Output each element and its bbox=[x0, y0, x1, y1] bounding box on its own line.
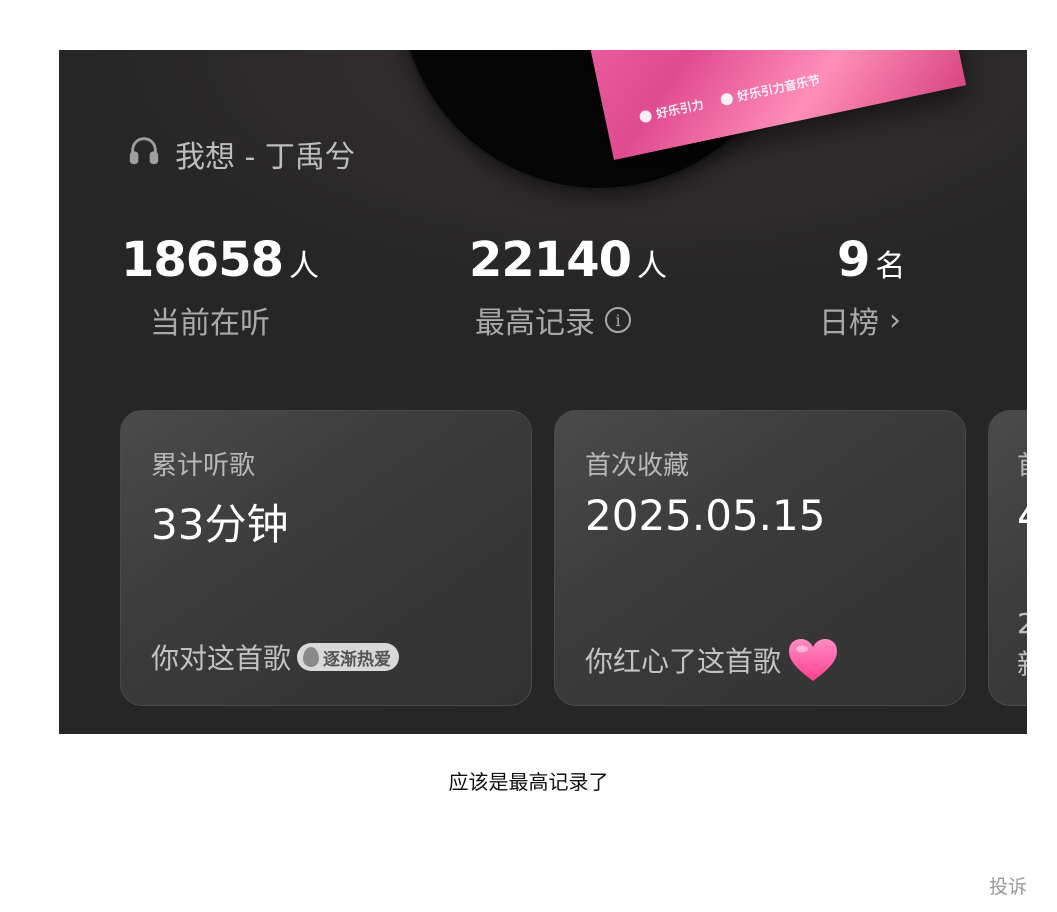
badge-label: 逐渐热爱 bbox=[323, 649, 392, 670]
card-value: 2025.05.15 bbox=[585, 491, 826, 540]
card-value: 33分钟 bbox=[151, 500, 289, 549]
poster-logo-a: 好乐引力 bbox=[638, 95, 705, 125]
card-label: 累计听歌 bbox=[151, 451, 256, 481]
card-value: 4 bbox=[1017, 491, 1027, 540]
flame-icon bbox=[303, 647, 320, 667]
card-footer: 你红心了这首歌 bbox=[585, 637, 839, 683]
daily-rank-unit: 名 bbox=[875, 249, 906, 284]
card-footer-text: 你红心了这首歌 bbox=[585, 645, 782, 678]
heart-icon bbox=[787, 637, 839, 683]
card-footer-line-1: 2 bbox=[1017, 607, 1027, 640]
track-title: 我想 - 丁禹兮 bbox=[175, 140, 355, 175]
card-footer-line-2: 新 bbox=[1017, 643, 1027, 683]
daily-rank-link[interactable]: 日榜 › bbox=[819, 298, 901, 342]
status-badge: 逐渐热爱 bbox=[297, 643, 400, 671]
card-total-listen[interactable]: 累计听歌 33分钟 你对这首歌 逐渐热爱 bbox=[120, 410, 532, 706]
daily-rank-label: 日榜 bbox=[819, 306, 879, 341]
record-label: 最高记录 bbox=[475, 306, 595, 341]
listening-label: 当前在听 bbox=[150, 306, 270, 341]
poster-logo-b: 好乐引力音乐节 bbox=[719, 71, 821, 109]
stat-daily-rank: 9名 日榜 › bbox=[819, 232, 906, 341]
card-first-favorite[interactable]: 首次收藏 2025.05.15 你红心了这首歌 bbox=[554, 410, 966, 706]
listening-unit: 人 bbox=[289, 249, 319, 284]
record-count: 22140 bbox=[469, 232, 632, 288]
screenshot-panel: 好乐引力 好乐引力音乐节 我想 - 丁禹兮 18658 人 当前在听 22140 人… bbox=[59, 50, 1027, 734]
card-label: 首次收藏 bbox=[585, 451, 690, 481]
record-label-row[interactable]: 最高记录 i bbox=[475, 298, 631, 342]
record-unit: 人 bbox=[637, 249, 667, 284]
post-caption: 应该是最高记录了 bbox=[448, 770, 609, 794]
card-partial[interactable]: 首 4 2 新 bbox=[988, 410, 1027, 706]
card-label: 首 bbox=[1017, 445, 1027, 482]
headphones-icon bbox=[127, 133, 161, 175]
track-title-row[interactable]: 我想 - 丁禹兮 bbox=[127, 132, 355, 176]
stat-record: 22140 人 最高记录 i bbox=[469, 232, 667, 341]
listening-count: 18658 bbox=[121, 232, 284, 288]
card-footer-text: 你对这首歌 bbox=[151, 642, 292, 675]
poster-logos: 好乐引力 好乐引力音乐节 bbox=[638, 71, 822, 126]
card-footer: 你对这首歌 逐渐热爱 bbox=[151, 637, 400, 677]
daily-rank-value: 9 bbox=[837, 232, 870, 288]
chevron-right-icon: › bbox=[889, 302, 901, 338]
listening-label-row: 当前在听 bbox=[150, 298, 270, 342]
info-icon[interactable]: i bbox=[605, 307, 631, 333]
report-link[interactable]: 投诉 bbox=[989, 872, 1027, 899]
stat-listening: 18658 人 当前在听 bbox=[121, 232, 319, 341]
